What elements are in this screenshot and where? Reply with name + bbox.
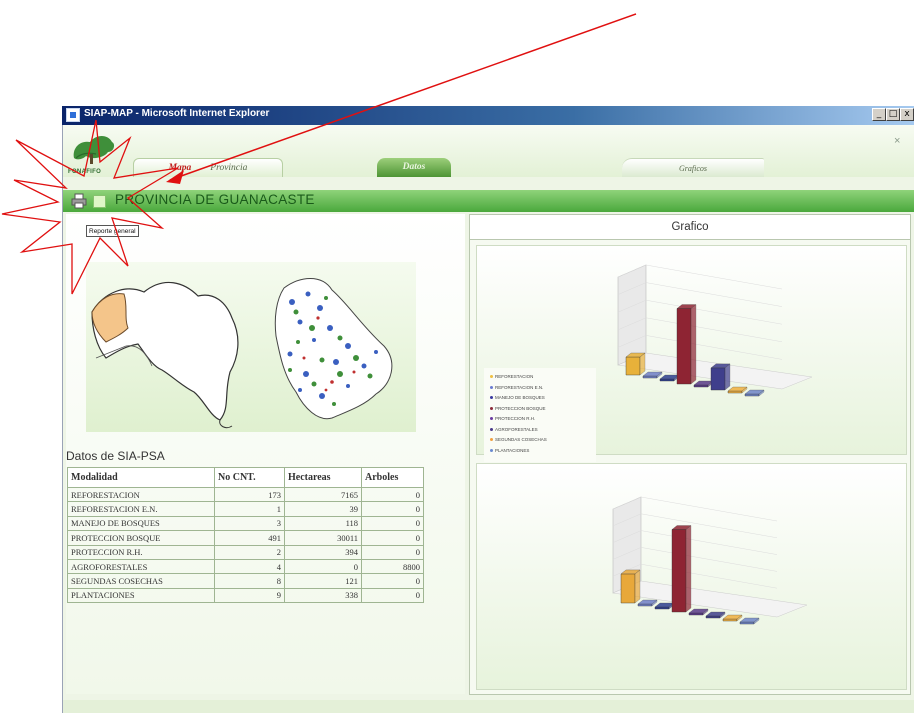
chart-contratos[interactable] [476,463,907,690]
table-cell: REFORESTACION E.N. [67,501,215,517]
ie-icon [66,108,80,122]
column-header-modalidad[interactable]: Modalidad [67,467,215,488]
table-cell: REFORESTACION [67,486,215,503]
chart-back-wall [617,264,647,366]
logo-text: FONAFIFO [68,169,102,175]
tab-mapa-label: Mapa [168,163,192,173]
report-button[interactable]: Reporte general [86,225,139,237]
chart-bar [722,618,738,622]
table-cell: AGROFORESTALES [67,558,215,575]
table-cell: 9 [214,587,285,604]
chart-bar [654,606,670,610]
close-window-button[interactable]: x [900,108,914,121]
chart-bar [659,378,675,382]
table-cell: 3 [214,515,285,532]
table-row[interactable]: PROTECCION BOSQUE 491 30011 0 [67,530,424,546]
tab-mapa-provincia[interactable]: Mapa Provincia [133,158,283,177]
chart-bar [705,615,721,619]
table-cell: 0 [284,558,362,575]
table-cell: 338 [284,587,362,604]
chart-hectareas[interactable] [476,245,907,455]
chart-bar [671,529,687,613]
chart-gridline [645,282,783,307]
table-row[interactable]: MANEJO DE BOSQUES 3 118 0 [67,515,424,532]
chart-bar [688,612,704,616]
chart-bar-side [634,569,641,604]
chart-bar [620,573,636,604]
tab-datos[interactable]: Datos [377,158,451,177]
table-cell: 4 [214,558,285,575]
table-row[interactable]: REFORESTACION 173 7165 0 [67,486,424,503]
table-cell: MANEJO DE BOSQUES [67,515,215,532]
grafico-header: Grafico [469,214,911,240]
table-row[interactable]: AGROFORESTALES 4 0 8800 [67,558,424,575]
table-row[interactable]: PROTECCION R.H. 2 394 0 [67,544,424,560]
table-cell: 0 [361,486,424,503]
column-header-arboles[interactable]: Arboles [361,467,424,488]
table-row[interactable]: REFORESTACION E.N. 1 39 0 [67,501,424,517]
table-row[interactable]: SEGUNDAS COSECHAS 8 121 0 [67,573,424,589]
chart-bar [642,375,658,379]
table-cell: PLANTACIONES [67,587,215,604]
chart-floor [612,580,808,618]
chart-gridline [645,264,783,290]
chart-gridline [645,299,783,325]
chart-bar [710,367,726,391]
table-cell: 8800 [361,558,424,575]
tab-graficos[interactable]: Graficos [622,158,764,177]
chart-bar [744,393,760,397]
table-cell: 7165 [284,486,362,503]
table-cell: 491 [214,530,285,546]
table-cell: 0 [361,501,424,517]
window-title: SIAP-MAP - Microsoft Internet Explorer [84,108,270,119]
datos-section-title: Datos de SIA-PSA [66,449,165,463]
maximize-button[interactable]: □ [886,108,900,121]
table-cell: 121 [284,573,362,589]
chart-gridline [645,317,783,343]
table-cell: 118 [284,515,362,532]
table-cell: 0 [361,573,424,589]
table-cell: 8 [214,573,285,589]
column-header-no-cnt[interactable]: No CNT. [214,467,285,488]
table-cell: SEGUNDAS COSECHAS [67,573,215,589]
fonafifo-logo [73,136,115,164]
chart-bar [676,308,692,385]
datos-table: Modalidad No CNT. Hectareas Arboles REFO… [67,467,424,604]
table-cell: 39 [284,501,362,517]
chart-bar [739,621,755,625]
chart-bar [625,356,641,376]
table-cell: 0 [361,587,424,604]
table-cell: PROTECCION BOSQUE [67,530,215,546]
chart-bar [693,384,709,388]
status-strip [63,700,914,713]
chart-bar-side [724,363,731,391]
column-header-hectareas[interactable]: Hectareas [284,467,362,488]
close-icon[interactable]: × [894,135,900,147]
chart-bar [727,390,743,394]
table-cell: 1 [214,501,285,517]
chart-bar-side [690,304,697,385]
printer-icon[interactable] [71,193,87,209]
table-cell: 30011 [284,530,362,546]
layer-toggle[interactable] [93,195,106,208]
chart-bar-side [685,525,692,613]
table-cell: 0 [361,515,424,532]
table-header-row: Modalidad No CNT. Hectareas Arboles [67,467,424,488]
table-cell: PROTECCION R.H. [67,544,215,560]
table-cell: 173 [214,486,285,503]
table-cell: 0 [361,530,424,546]
minimize-button[interactable]: _ [872,108,886,121]
table-cell: 0 [361,544,424,560]
costa-rica-map[interactable] [86,262,416,432]
table-cell: 2 [214,544,285,560]
chart-bar [637,603,653,607]
table-row[interactable]: PLANTACIONES 9 338 0 [67,587,424,604]
table-cell: 394 [284,544,362,560]
province-title: PROVINCIA DE GUANACASTE [115,192,315,207]
tab-provincia-label: Provincia [210,163,248,173]
